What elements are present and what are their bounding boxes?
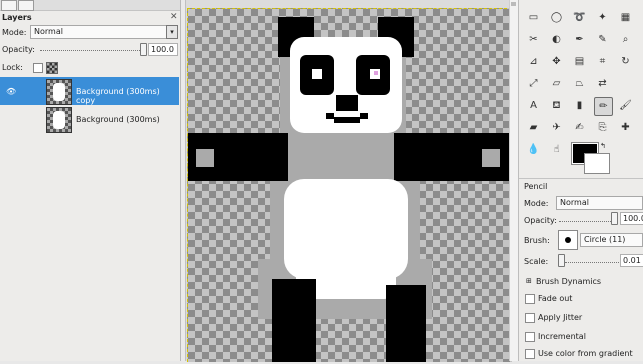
background-color-swatch[interactable] bbox=[584, 153, 610, 174]
paths-icon[interactable]: ✒ bbox=[571, 31, 588, 48]
toolbox-dock: ▭ ◯ ➰ ✦ ▦ ✂ ◐ ✒ ✎ ⌕ ⊿ ✥ ▤ ⌗ ↻ ⤢ ▱ ⏢ ⇄ A … bbox=[518, 0, 643, 361]
move-icon[interactable]: ✥ bbox=[548, 53, 565, 70]
layer-thumbnail bbox=[46, 107, 72, 133]
bucket-fill-icon[interactable]: ⛾ bbox=[548, 97, 565, 114]
scissors-icon[interactable]: ✂ bbox=[525, 31, 542, 48]
shear-icon[interactable]: ▱ bbox=[548, 75, 565, 92]
heal-icon[interactable]: ✚ bbox=[617, 119, 634, 136]
brush-dynamics-label[interactable]: Brush Dynamics bbox=[536, 277, 601, 286]
scale-icon[interactable]: ⤢ bbox=[525, 75, 542, 92]
blend-icon[interactable]: ▮ bbox=[571, 97, 588, 114]
opacity-slider-track[interactable] bbox=[559, 221, 615, 222]
scale-slider-handle[interactable] bbox=[558, 254, 565, 267]
incremental-label: Incremental bbox=[538, 332, 586, 341]
opacity-slider-handle[interactable] bbox=[611, 212, 618, 225]
mode-label: Mode: bbox=[2, 28, 27, 37]
layer-name: Background (300ms) bbox=[76, 115, 160, 124]
opacity-label: Opacity: bbox=[2, 45, 35, 54]
layer-row[interactable]: Background (300ms) bbox=[0, 105, 179, 133]
color-picker-icon[interactable]: ✎ bbox=[594, 31, 611, 48]
airbrush-icon[interactable]: ✈ bbox=[548, 119, 565, 136]
rotate-icon[interactable]: ↻ bbox=[617, 53, 634, 70]
scale-value-field[interactable]: 0.01 bbox=[620, 254, 643, 267]
flip-icon[interactable]: ⇄ bbox=[594, 75, 611, 92]
fuzzy-select-icon[interactable]: ✦ bbox=[594, 9, 611, 26]
opacity-label: Opacity: bbox=[524, 216, 557, 225]
zoom-icon[interactable]: ⌕ bbox=[617, 31, 634, 48]
tool-options-title: Pencil bbox=[524, 182, 548, 191]
rect-select-icon[interactable]: ▭ bbox=[525, 9, 542, 26]
canvas-scrollbar[interactable] bbox=[509, 0, 518, 361]
lock-label: Lock: bbox=[2, 63, 23, 72]
ink-icon[interactable]: ✍ bbox=[571, 119, 588, 136]
layers-title: Layers bbox=[2, 13, 32, 22]
expander-icon[interactable]: ⊞ bbox=[526, 277, 532, 285]
lock-alpha-icon[interactable] bbox=[46, 62, 58, 74]
opacity-slider-handle[interactable] bbox=[140, 43, 147, 56]
close-icon[interactable]: ✕ bbox=[170, 12, 178, 22]
apply-jitter-label: Apply Jitter bbox=[538, 313, 583, 322]
fade-out-label: Fade out bbox=[538, 294, 573, 303]
scale-slider-track[interactable] bbox=[565, 262, 619, 263]
perspective-icon[interactable]: ⏢ bbox=[571, 75, 588, 92]
layer-row[interactable]: 👁 Background (300ms) copy bbox=[0, 77, 179, 105]
divider bbox=[519, 178, 643, 179]
free-select-icon[interactable]: ➰ bbox=[571, 9, 588, 26]
swap-colors-icon[interactable]: ↰ bbox=[600, 142, 606, 150]
paintbrush-icon[interactable]: 🖌 bbox=[617, 97, 634, 114]
lock-pixels-checkbox[interactable] bbox=[33, 63, 43, 73]
ellipse-select-icon[interactable]: ◯ bbox=[548, 9, 565, 26]
use-color-gradient-label: Use color from gradient bbox=[538, 349, 633, 358]
opacity-slider-track[interactable] bbox=[40, 50, 140, 51]
opacity-value-field[interactable]: 100.0 bbox=[620, 212, 643, 225]
pencil-icon[interactable]: ✏ bbox=[594, 97, 613, 116]
foreground-select-icon[interactable]: ◐ bbox=[548, 31, 565, 48]
brush-label: Brush: bbox=[524, 236, 550, 245]
incremental-checkbox[interactable] bbox=[525, 332, 535, 342]
fade-out-checkbox[interactable] bbox=[525, 294, 535, 304]
blur-icon[interactable]: 💧 bbox=[525, 141, 542, 158]
layers-dock: Layers ✕ Mode: Normal ▾ Opacity: 100.0 L… bbox=[0, 0, 181, 361]
brush-preview[interactable] bbox=[558, 230, 578, 250]
use-color-gradient-checkbox[interactable] bbox=[525, 349, 535, 359]
scale-label: Scale: bbox=[524, 257, 549, 266]
layer-mode-select[interactable]: Normal bbox=[30, 25, 168, 39]
by-color-select-icon[interactable]: ▦ bbox=[617, 9, 634, 26]
apply-jitter-checkbox[interactable] bbox=[525, 313, 535, 323]
eye-icon[interactable]: 👁 bbox=[6, 87, 16, 96]
crop-icon[interactable]: ⌗ bbox=[594, 53, 611, 70]
image-canvas-area bbox=[181, 0, 518, 362]
clone-icon[interactable]: ⎘ bbox=[594, 119, 611, 136]
paint-mode-select[interactable]: Normal bbox=[556, 196, 643, 210]
align-icon[interactable]: ▤ bbox=[571, 53, 588, 70]
brush-name-field[interactable]: Circle (11) bbox=[580, 233, 643, 247]
panda-artwork bbox=[188, 17, 512, 362]
layer-thumbnail bbox=[46, 79, 72, 105]
mode-label: Mode: bbox=[524, 199, 549, 208]
channels-tab[interactable] bbox=[18, 0, 34, 11]
eraser-icon[interactable]: ▰ bbox=[525, 119, 542, 136]
text-icon[interactable]: A bbox=[525, 97, 542, 114]
layers-tab[interactable] bbox=[1, 0, 17, 11]
chevron-down-icon[interactable]: ▾ bbox=[166, 25, 178, 39]
measure-icon[interactable]: ⊿ bbox=[525, 53, 542, 70]
dock-tabs bbox=[0, 0, 180, 11]
layer-name: Background (300ms) copy bbox=[76, 87, 160, 105]
opacity-value-field[interactable]: 100.0 bbox=[148, 43, 178, 56]
image-canvas[interactable] bbox=[187, 8, 512, 362]
smudge-icon[interactable]: ☝ bbox=[548, 141, 565, 158]
